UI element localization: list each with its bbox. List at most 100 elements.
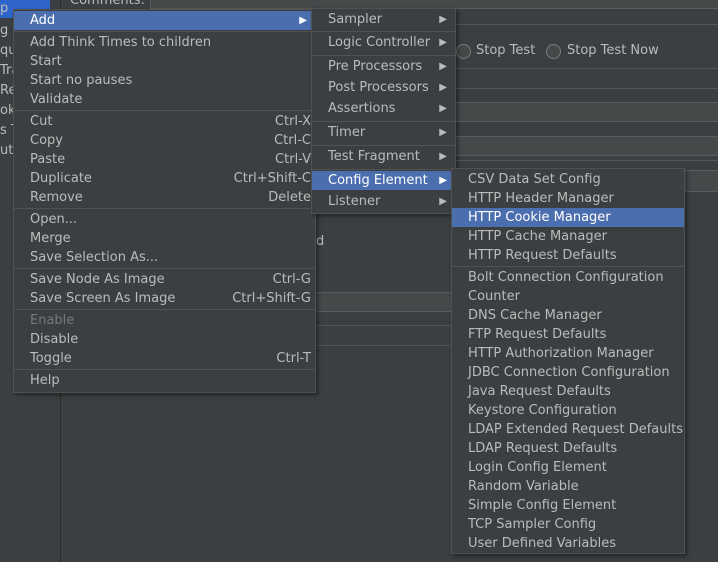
menu-item-shortcut: Ctrl-X: [274, 114, 311, 129]
menu-item-bolt-connection-configuration[interactable]: Bolt Connection Configuration: [452, 268, 684, 287]
menu-item-label: Add Think Times to children: [30, 35, 212, 50]
menu-item-pre-processors[interactable]: Pre Processors ▶: [312, 57, 455, 76]
menu-item-label: Help: [30, 373, 60, 388]
menu-item-label: Paste: [30, 152, 66, 167]
menu-item-start[interactable]: Start: [14, 52, 315, 71]
menu-item-random-variable[interactable]: Random Variable: [452, 477, 684, 496]
menu-item-label: FTP Request Defaults: [468, 327, 607, 342]
menu-item-ftp-request-defaults[interactable]: FTP Request Defaults: [452, 325, 684, 344]
menu-item-merge[interactable]: Merge: [14, 229, 315, 248]
menu-item-cut[interactable]: Cut Ctrl-X: [14, 112, 315, 131]
menu-separator: [312, 55, 455, 56]
menu-item-counter[interactable]: Counter: [452, 287, 684, 306]
menu-item-jdbc-connection-configuration[interactable]: JDBC Connection Configuration: [452, 363, 684, 382]
menu-item-sampler[interactable]: Sampler ▶: [312, 10, 455, 29]
submenu-arrow-icon: ▶: [439, 196, 447, 207]
menu-separator: [14, 369, 315, 370]
settings-field[interactable]: [315, 292, 457, 312]
divider: [315, 325, 455, 326]
menu-item-label: Post Processors: [328, 80, 429, 95]
submenu-arrow-icon: ▶: [439, 14, 447, 25]
menu-item-label: LDAP Extended Request Defaults: [468, 422, 683, 437]
menu-item-http-authorization-manager[interactable]: HTTP Authorization Manager: [452, 344, 684, 363]
menu-separator: [14, 31, 315, 32]
menu-item-dns-cache-manager[interactable]: DNS Cache Manager: [452, 306, 684, 325]
menu-item-save-selection-as[interactable]: Save Selection As...: [14, 248, 315, 267]
menu-item-label: Pre Processors: [328, 59, 423, 74]
menu-item-label: Copy: [30, 133, 63, 148]
settings-field[interactable]: [455, 136, 718, 156]
menu-item-label: HTTP Cache Manager: [468, 229, 607, 244]
stop-test-radio[interactable]: [456, 44, 471, 59]
stop-test-label[interactable]: Stop Test: [476, 42, 535, 60]
menu-separator: [14, 110, 315, 111]
menu-item-ldap-extended-request-defaults[interactable]: LDAP Extended Request Defaults: [452, 420, 684, 439]
menu-item-label: Disable: [30, 332, 79, 347]
add-submenu: Sampler ▶ Logic Controller ▶ Pre Processor…: [311, 8, 456, 214]
menu-item-login-config-element[interactable]: Login Config Element: [452, 458, 684, 477]
menu-item-java-request-defaults[interactable]: Java Request Defaults: [452, 382, 684, 401]
menu-item-disable[interactable]: Disable: [14, 330, 315, 349]
divider: [455, 160, 718, 161]
menu-item-listener[interactable]: Listener ▶: [312, 192, 455, 211]
menu-item-validate[interactable]: Validate: [14, 90, 315, 109]
menu-item-test-fragment[interactable]: Test Fragment ▶: [312, 147, 455, 166]
menu-item-label: JDBC Connection Configuration: [468, 365, 670, 380]
menu-item-copy[interactable]: Copy Ctrl-C: [14, 131, 315, 150]
menu-item-http-request-defaults[interactable]: HTTP Request Defaults: [452, 246, 684, 265]
menu-item-config-element[interactable]: Config Element ▶: [312, 171, 455, 190]
menu-item-label: HTTP Authorization Manager: [468, 346, 654, 361]
menu-item-label: Validate: [30, 92, 83, 107]
stop-test-now-radio[interactable]: [546, 44, 561, 59]
menu-item-open[interactable]: Open...: [14, 210, 315, 229]
menu-item-label: User Defined Variables: [468, 536, 616, 551]
menu-item-ldap-request-defaults[interactable]: LDAP Request Defaults: [452, 439, 684, 458]
menu-item-add-think-times[interactable]: Add Think Times to children: [14, 33, 315, 52]
menu-item-paste[interactable]: Paste Ctrl-V: [14, 150, 315, 169]
submenu-arrow-icon: ▶: [299, 15, 307, 26]
menu-item-duplicate[interactable]: Duplicate Ctrl+Shift-C: [14, 169, 315, 188]
menu-separator: [14, 268, 315, 269]
menu-item-label: Logic Controller: [328, 35, 431, 50]
stop-test-now-label[interactable]: Stop Test Now: [567, 42, 659, 60]
menu-separator: [312, 31, 455, 32]
menu-item-label: Sampler: [328, 12, 383, 27]
menu-item-label: TCP Sampler Config: [468, 517, 597, 532]
menu-item-logic-controller[interactable]: Logic Controller ▶: [312, 33, 455, 52]
menu-item-csv-data-set-config[interactable]: CSV Data Set Config: [452, 170, 684, 189]
menu-item-save-screen-as-image[interactable]: Save Screen As Image Ctrl+Shift-G: [14, 289, 315, 308]
menu-item-http-cache-manager[interactable]: HTTP Cache Manager: [452, 227, 684, 246]
menu-item-label: Save Node As Image: [30, 272, 165, 287]
menu-item-tcp-sampler-config[interactable]: TCP Sampler Config: [452, 515, 684, 534]
menu-item-toggle[interactable]: Toggle Ctrl-T: [14, 349, 315, 368]
menu-item-save-node-as-image[interactable]: Save Node As Image Ctrl-G: [14, 270, 315, 289]
submenu-arrow-icon: ▶: [439, 175, 447, 186]
menu-item-assertions[interactable]: Assertions ▶: [312, 99, 455, 118]
submenu-arrow-icon: ▶: [439, 103, 447, 114]
settings-field[interactable]: [685, 170, 718, 192]
menu-item-label: Remove: [30, 190, 83, 205]
menu-item-label: Add: [30, 13, 56, 28]
menu-item-label: Cut: [30, 114, 53, 129]
menu-item-label: Save Screen As Image: [30, 291, 176, 306]
menu-item-http-cookie-manager[interactable]: HTTP Cookie Manager: [452, 208, 684, 227]
menu-item-label: Assertions: [328, 101, 396, 116]
menu-item-timer[interactable]: Timer ▶: [312, 123, 455, 142]
menu-item-simple-config-element[interactable]: Simple Config Element: [452, 496, 684, 515]
menu-item-label: Bolt Connection Configuration: [468, 270, 664, 285]
settings-field[interactable]: [455, 102, 718, 122]
menu-separator: [14, 208, 315, 209]
menu-item-help[interactable]: Help: [14, 371, 315, 390]
submenu-arrow-icon: ▶: [439, 61, 447, 72]
context-menu: Add ▶ Add Think Times to children Start …: [13, 9, 316, 393]
menu-item-shortcut: Ctrl+Shift-C: [233, 171, 311, 186]
menu-item-user-defined-variables[interactable]: User Defined Variables: [452, 534, 684, 553]
menu-item-label: HTTP Request Defaults: [468, 248, 617, 263]
menu-item-http-header-manager[interactable]: HTTP Header Manager: [452, 189, 684, 208]
menu-item-post-processors[interactable]: Post Processors ▶: [312, 78, 455, 97]
menu-item-add[interactable]: Add ▶: [14, 11, 315, 30]
menu-separator: [312, 145, 455, 146]
menu-item-start-no-pauses[interactable]: Start no pauses: [14, 71, 315, 90]
menu-item-keystore-configuration[interactable]: Keystore Configuration: [452, 401, 684, 420]
menu-item-remove[interactable]: Remove Delete: [14, 188, 315, 207]
